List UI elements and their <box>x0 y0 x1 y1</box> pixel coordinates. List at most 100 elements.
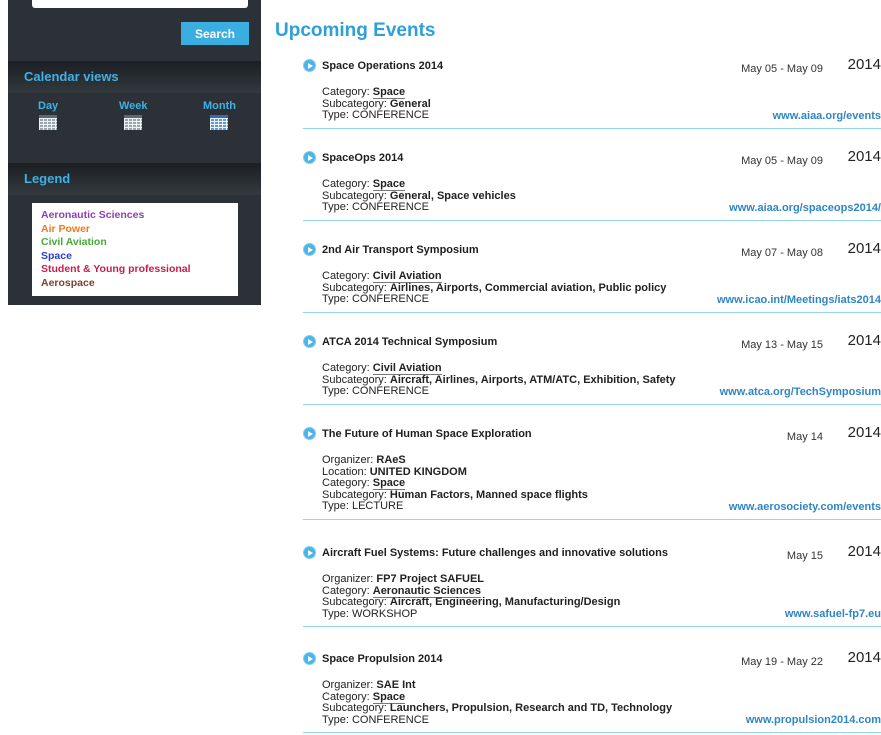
detail-value: LECTURE <box>351 500 404 513</box>
legend-item: Air Power <box>41 222 91 235</box>
view-month-label: Month <box>203 100 236 112</box>
event-arrow-icon[interactable] <box>303 546 316 559</box>
calendar-views-heading: Calendar views <box>8 61 261 93</box>
event-dates: May 14 <box>786 431 823 443</box>
event-title[interactable]: The Future of Human Space Exploration <box>322 428 532 440</box>
event-header: 2nd Air Transport Symposium May 07 - May … <box>303 240 881 262</box>
detail-value: CONFERENCE <box>351 109 429 122</box>
view-day[interactable]: Day <box>38 100 58 130</box>
event-website-link[interactable]: www.aerosociety.com/events <box>729 501 881 513</box>
event-website-link[interactable]: www.aiaa.org/events <box>773 110 881 122</box>
event-website-link[interactable]: www.aiaa.org/spaceops2014/ <box>729 202 881 214</box>
event-title[interactable]: SpaceOps 2014 <box>322 152 403 164</box>
view-week-label: Week <box>119 100 148 112</box>
view-week[interactable]: Week <box>119 100 148 130</box>
event-detail-line: Subcategory: Human Factors, Manned space… <box>322 488 881 502</box>
event-title[interactable]: Space Operations 2014 <box>322 60 443 72</box>
detail-key: Subcategory: <box>322 281 390 294</box>
detail-value: General <box>389 97 431 110</box>
event-header: Space Propulsion 2014 May 19 - May 22 2014 <box>303 649 881 671</box>
detail-value: Aircraft, Airlines, Airports, ATM/ATC, E… <box>389 373 676 386</box>
calendar-week-icon <box>124 115 143 130</box>
event-year: 2014 <box>847 56 881 73</box>
calendar-views: Day Week Month <box>8 100 261 140</box>
detail-key: Subcategory: <box>322 488 390 501</box>
event-arrow-icon[interactable] <box>303 652 316 665</box>
legend-item: Space <box>41 249 72 262</box>
detail-key: Category: <box>322 362 373 374</box>
calendar-month-icon <box>210 115 229 130</box>
event-title[interactable]: 2nd Air Transport Symposium <box>322 244 479 256</box>
event-title[interactable]: Space Propulsion 2014 <box>322 653 442 665</box>
event-year: 2014 <box>847 649 881 666</box>
event-item: Aircraft Fuel Systems: Future challenges… <box>303 543 881 628</box>
detail-key: Subcategory: <box>322 596 390 609</box>
detail-value: CONFERENCE <box>351 293 429 306</box>
event-dates: May 05 - May 09 <box>741 155 823 167</box>
detail-value: RAeS <box>376 454 406 466</box>
event-title[interactable]: ATCA 2014 Technical Symposium <box>322 336 497 348</box>
event-item: Space Propulsion 2014 May 19 - May 22 2014… <box>303 649 881 734</box>
detail-key: Type: <box>322 201 352 214</box>
detail-key: Type: <box>322 713 352 726</box>
event-item: Space Operations 2014 May 05 - May 09 2014… <box>303 56 881 129</box>
event-item: SpaceOps 2014 May 05 - May 09 2014 Category… <box>303 148 881 221</box>
detail-value: Human Factors, Manned space flights <box>389 488 588 501</box>
event-dates: May 15 <box>786 550 823 562</box>
detail-value: Aircraft, Engineering, Manufacturing/Des… <box>389 596 621 609</box>
event-dates: May 05 - May 09 <box>741 63 823 75</box>
event-arrow-icon[interactable] <box>303 59 316 72</box>
event-title[interactable]: Aircraft Fuel Systems: Future challenges… <box>322 547 668 559</box>
detail-key: Category: <box>322 86 373 98</box>
event-detail-line: Location: UNITED KINGDOM <box>322 465 881 479</box>
view-day-label: Day <box>38 100 59 112</box>
detail-key: Subcategory: <box>322 97 390 110</box>
detail-key: Subcategory: <box>322 702 390 715</box>
event-header: ATCA 2014 Technical Symposium May 13 - Ma… <box>303 332 881 354</box>
event-detail-line: Organizer: SAE Int <box>322 679 881 692</box>
detail-key: Category: <box>322 584 373 597</box>
event-year: 2014 <box>847 543 881 560</box>
event-detail-line: Organizer: FP7 Project SAFUEL <box>322 573 881 586</box>
event-website-link[interactable]: www.propulsion2014.com <box>746 714 881 726</box>
event-dates: May 13 - May 15 <box>741 339 823 351</box>
detail-key: Organizer: <box>322 679 377 691</box>
legend-item: Aeronautic Sciences <box>41 209 145 221</box>
event-website-link[interactable]: www.icao.int/Meetings/iats2014 <box>717 294 881 306</box>
detail-value: WORKSHOP <box>351 607 418 620</box>
detail-key: Category: <box>322 178 373 190</box>
event-header: SpaceOps 2014 May 05 - May 09 2014 <box>303 148 881 170</box>
event-year: 2014 <box>847 240 881 257</box>
detail-key: Category: <box>322 270 373 282</box>
event-header: Space Operations 2014 May 05 - May 09 2014 <box>303 56 881 78</box>
detail-value: CONFERENCE <box>351 713 429 726</box>
calendar-day-icon <box>39 115 58 130</box>
detail-value: CONFERENCE <box>351 385 429 398</box>
search-button[interactable]: Search <box>181 22 249 45</box>
legend-item: Aerospace <box>41 276 95 289</box>
event-item: 2nd Air Transport Symposium May 07 - May … <box>303 240 881 313</box>
detail-value: Launchers, Propulsion, Research and TD, … <box>389 702 673 715</box>
event-website-link[interactable]: www.atca.org/TechSymposium <box>720 386 881 398</box>
event-header: Aircraft Fuel Systems: Future challenges… <box>303 543 881 565</box>
view-month[interactable]: Month <box>203 100 236 130</box>
detail-key: Location: <box>322 465 370 478</box>
event-year: 2014 <box>847 148 881 165</box>
detail-key: Subcategory: <box>322 189 390 202</box>
detail-key: Subcategory: <box>322 373 390 386</box>
event-item: ATCA 2014 Technical Symposium May 13 - Ma… <box>303 332 881 405</box>
event-item: The Future of Human Space Exploration May… <box>303 424 881 520</box>
event-header: The Future of Human Space Exploration May… <box>303 424 881 446</box>
event-dates: May 19 - May 22 <box>741 656 823 668</box>
legend-item: Student & Young professional <box>41 263 191 276</box>
event-website-link[interactable]: www.safuel-fp7.eu <box>785 608 881 620</box>
detail-value: SAE Int <box>376 679 416 691</box>
search-input[interactable] <box>32 0 248 8</box>
event-year: 2014 <box>847 332 881 349</box>
event-arrow-icon[interactable] <box>303 151 316 164</box>
event-arrow-icon[interactable] <box>303 243 316 256</box>
event-arrow-icon[interactable] <box>303 335 316 348</box>
event-year: 2014 <box>847 424 881 441</box>
detail-key: Type: <box>322 385 352 398</box>
event-arrow-icon[interactable] <box>303 427 316 440</box>
